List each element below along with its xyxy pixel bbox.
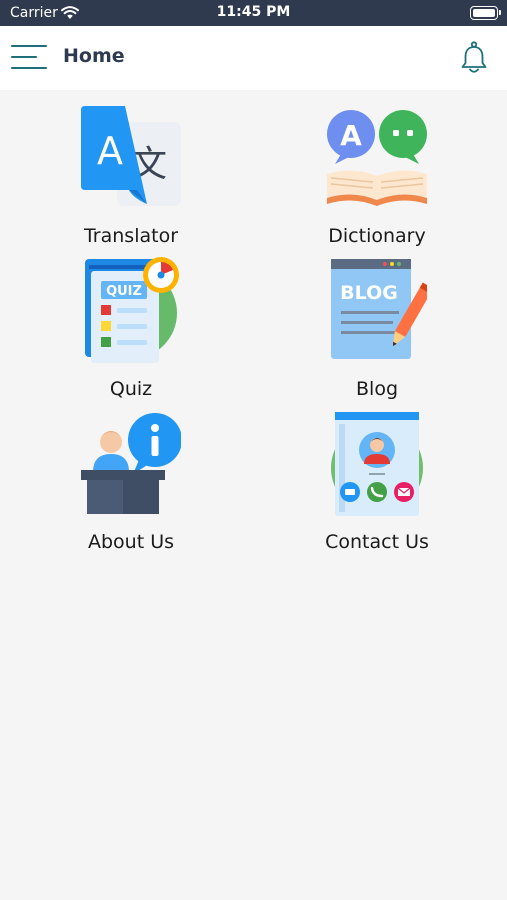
tile-label: Translator [83, 225, 179, 247]
tile-translator[interactable]: 文 A Translator [31, 104, 231, 254]
page-title: Home [63, 45, 125, 67]
svg-text:BLOG: BLOG [340, 282, 398, 304]
status-time: 11:45 PM [216, 4, 291, 20]
blog-icon: BLOG [327, 257, 434, 367]
tile-label: About Us [87, 531, 175, 553]
status-bar: Carrier 11:45 PM [0, 0, 507, 26]
tile-contact-us[interactable]: Contact Us [277, 410, 477, 560]
svg-text:A: A [97, 129, 123, 173]
quiz-icon: QUIZ [81, 257, 181, 367]
about-us-icon [81, 410, 182, 520]
contact-us-icon [327, 410, 427, 520]
dictionary-icon: A [327, 104, 427, 214]
tile-label: Contact Us [325, 531, 429, 553]
tile-about-us[interactable]: About Us [31, 410, 231, 560]
tile-label: Dictionary [328, 225, 426, 247]
bell-icon[interactable] [459, 41, 489, 75]
tile-label: Blog [356, 378, 398, 400]
battery-icon [470, 6, 501, 20]
tile-quiz[interactable]: QUIZ Quiz [31, 257, 231, 407]
tile-blog[interactable]: BLOG Blog [277, 257, 477, 407]
app-header: Home [0, 26, 507, 90]
svg-text:A: A [340, 119, 362, 152]
tile-dictionary[interactable]: A Dictionary [277, 104, 477, 254]
svg-text:QUIZ: QUIZ [106, 284, 142, 299]
tile-label: Quiz [109, 378, 153, 400]
translator-icon: 文 A [81, 104, 181, 214]
hamburger-menu-icon[interactable] [11, 43, 47, 71]
